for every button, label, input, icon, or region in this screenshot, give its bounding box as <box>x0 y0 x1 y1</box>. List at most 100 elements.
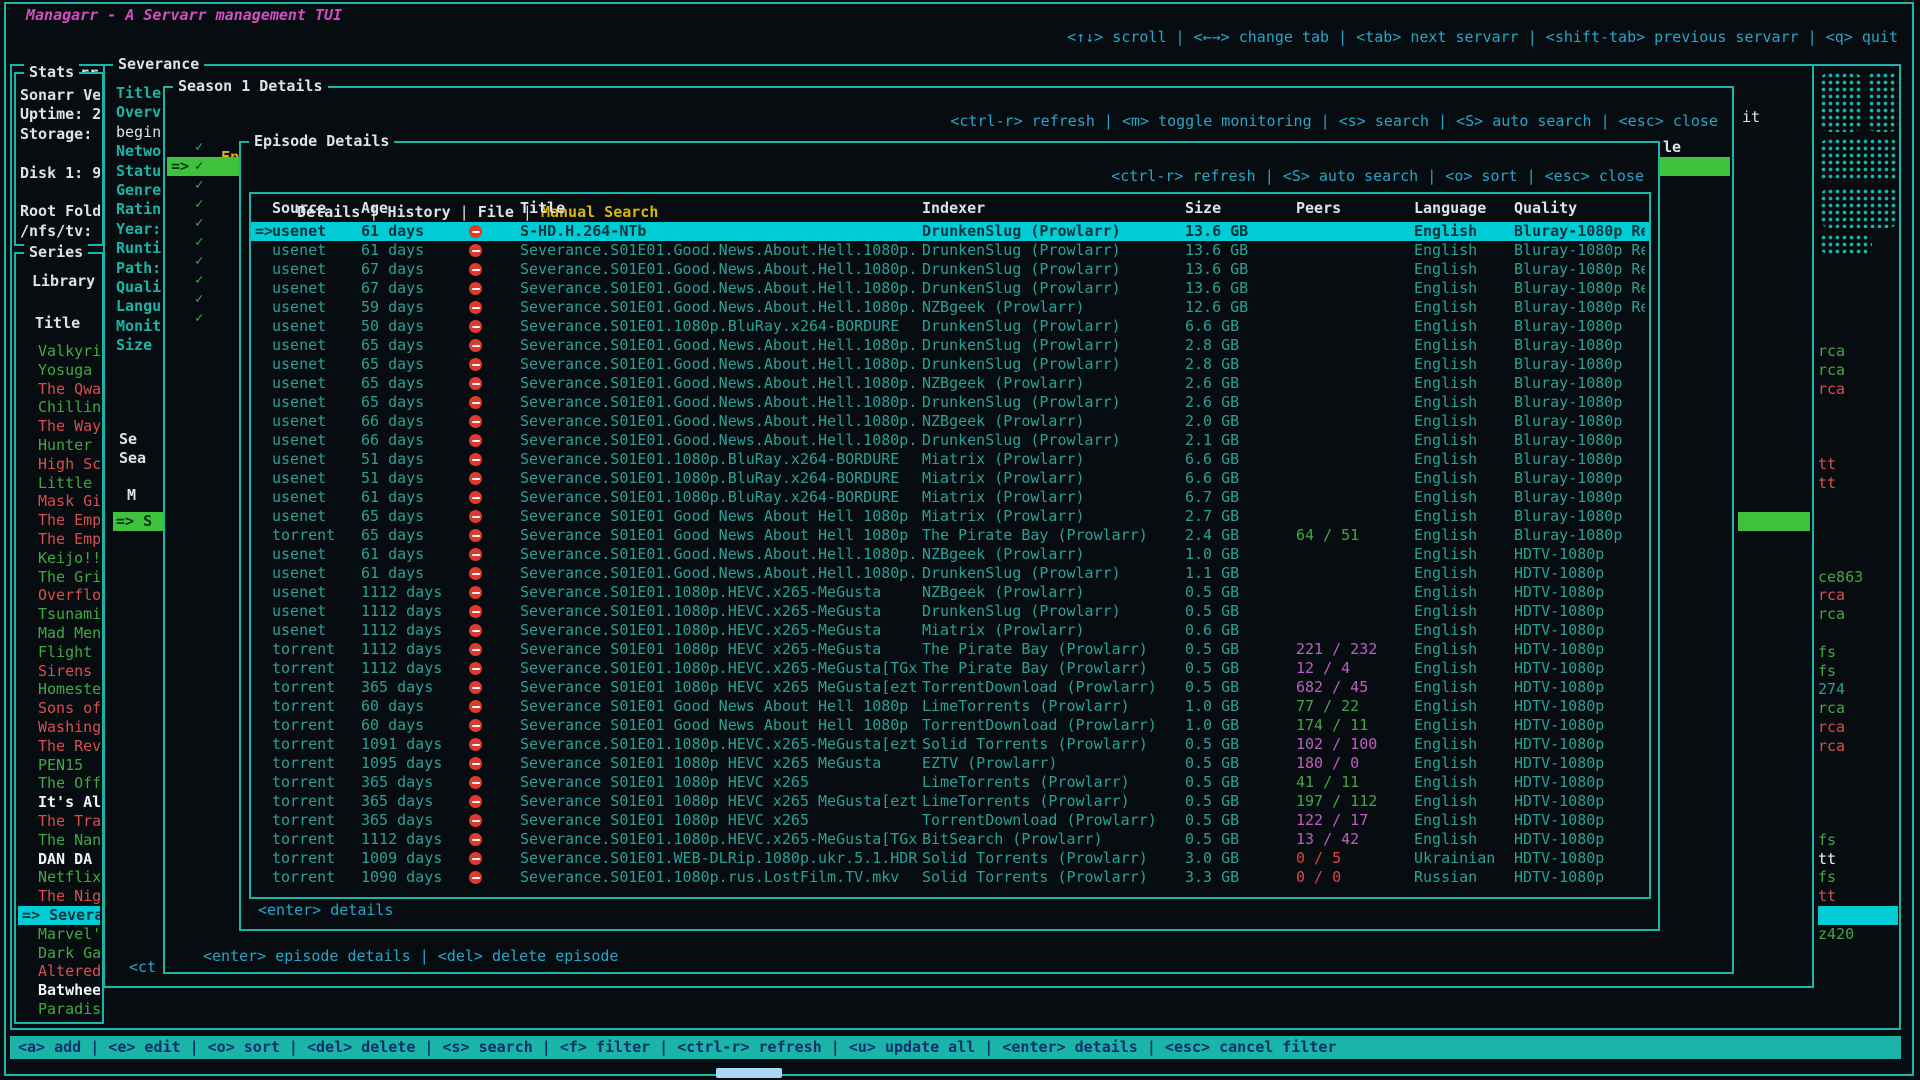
release-language: English <box>1414 564 1512 583</box>
release-age: 61 days <box>361 564 424 583</box>
series-list-item[interactable]: Mask Gi <box>18 492 100 511</box>
series-list-item[interactable]: Little <box>18 474 100 493</box>
release-row[interactable]: torrent 1112 days Severance S01E01 1080p… <box>251 640 1649 659</box>
series-list-item[interactable]: Altered <box>18 962 100 981</box>
release-row[interactable]: usenet 1112 days Severance.S01E01.1080p.… <box>251 602 1649 621</box>
column-header-peers[interactable]: Peers <box>1296 199 1410 218</box>
release-row[interactable]: usenet 61 days Severance.S01E01.Good.New… <box>251 564 1649 583</box>
series-list-item[interactable]: The Way <box>18 417 100 436</box>
series-list-item[interactable]: Tsunami <box>18 605 100 624</box>
monitored-icon: ✓ <box>195 195 203 214</box>
release-title: Severance.S01E01.Good.News.About.Hell.10… <box>520 336 918 355</box>
column-header-indexer[interactable]: Indexer <box>922 199 1181 218</box>
release-language: English <box>1414 507 1512 526</box>
series-list-item[interactable]: Batwhee <box>18 981 100 1000</box>
release-row[interactable]: torrent 1090 days Severance.S01E01.1080p… <box>251 868 1649 887</box>
series-list-item[interactable]: Flight <box>18 643 100 662</box>
release-row[interactable]: torrent 1009 days Severance.S01E01.WEB-D… <box>251 849 1649 868</box>
release-row[interactable]: torrent 365 days Severance S01E01 1080p … <box>251 773 1649 792</box>
release-indexer: DrunkenSlug (Prowlarr) <box>922 317 1181 336</box>
rejected-icon <box>469 431 482 450</box>
series-list-item[interactable]: Washing <box>18 718 100 737</box>
series-list-item[interactable]: The Nig <box>18 887 100 906</box>
selected-season-row[interactable]: => S <box>113 512 164 531</box>
series-list-item[interactable]: Mad Men <box>18 624 100 643</box>
release-row[interactable]: usenet 66 days Severance.S01E01.Good.New… <box>251 431 1649 450</box>
series-list-item[interactable]: The Nan <box>18 831 100 850</box>
release-row[interactable]: usenet 61 days Severance.S01E01.Good.New… <box>251 241 1649 260</box>
series-list-item[interactable]: The Emp <box>18 511 100 530</box>
series-list-item[interactable]: PEN15 <box>18 756 100 775</box>
column-header-language[interactable]: Language <box>1414 199 1512 218</box>
release-row[interactable]: usenet 1112 days Severance.S01E01.1080p.… <box>251 583 1649 602</box>
series-list-item[interactable]: Homeste <box>18 680 100 699</box>
release-quality: Bluray-1080p <box>1514 469 1645 488</box>
release-row[interactable]: usenet 65 days Severance.S01E01.Good.New… <box>251 393 1649 412</box>
release-row[interactable]: usenet 59 days Severance.S01E01.Good.New… <box>251 298 1649 317</box>
series-list-item[interactable]: Overflo <box>18 586 100 605</box>
release-title: Severance.S01E01.1080p.BluRay.x264-BORDU… <box>520 469 918 488</box>
release-row[interactable]: usenet 61 days Severance.S01E01.1080p.Bl… <box>251 488 1649 507</box>
tab-library[interactable]: Library | <box>32 272 113 290</box>
series-list-item[interactable]: Hunter <box>18 436 100 455</box>
series-list-item[interactable]: Valkyri <box>18 342 100 361</box>
series-list-item[interactable]: The Emp <box>18 530 100 549</box>
series-list-item[interactable]: Paradis <box>18 1000 100 1019</box>
column-header-age[interactable]: Age <box>361 199 388 218</box>
series-list-item[interactable]: It's Al <box>18 793 100 812</box>
series-list-item[interactable]: The Rev <box>18 737 100 756</box>
series-list-item[interactable]: The Qwa <box>18 380 100 399</box>
release-age: 66 days <box>361 412 424 431</box>
release-row[interactable]: usenet 65 days Severance.S01E01.Good.New… <box>251 355 1649 374</box>
release-row[interactable]: usenet 51 days Severance.S01E01.1080p.Bl… <box>251 450 1649 469</box>
series-details-keybind-fragment: <ct <box>129 958 156 976</box>
series-list-item[interactable]: Netflix <box>18 868 100 887</box>
release-indexer: DrunkenSlug (Prowlarr) <box>922 564 1181 583</box>
column-header-title[interactable]: Title <box>520 199 918 218</box>
series-list-item[interactable]: Sons of <box>18 699 100 718</box>
release-row[interactable]: => usenet 61 days S-HD.H.264-NTb Drunken… <box>251 222 1649 241</box>
tail-text: 274 <box>1818 680 1845 698</box>
release-row[interactable]: torrent 1095 days Severance S01E01 1080p… <box>251 754 1649 773</box>
series-list-item[interactable]: The Off <box>18 774 100 793</box>
release-row[interactable]: usenet 65 days Severance.S01E01.Good.New… <box>251 374 1649 393</box>
release-row[interactable]: torrent 1112 days Severance.S01E01.1080p… <box>251 830 1649 849</box>
release-row[interactable]: usenet 65 days Severance.S01E01.Good.New… <box>251 336 1649 355</box>
episode-details-modal: Episode Details Details | History | File… <box>239 141 1660 931</box>
release-row[interactable]: usenet 67 days Severance.S01E01.Good.New… <box>251 260 1649 279</box>
release-row[interactable]: usenet 65 days Severance S01E01 Good New… <box>251 507 1649 526</box>
release-row[interactable]: usenet 66 days Severance.S01E01.Good.New… <box>251 412 1649 431</box>
release-row[interactable]: torrent 365 days Severance S01E01 1080p … <box>251 678 1649 697</box>
release-row[interactable]: torrent 60 days Severance S01E01 Good Ne… <box>251 716 1649 735</box>
series-list-item[interactable]: Dark Ga <box>18 944 100 963</box>
release-row[interactable]: torrent 1112 days Severance.S01E01.1080p… <box>251 659 1649 678</box>
release-row[interactable]: usenet 61 days Severance.S01E01.Good.New… <box>251 545 1649 564</box>
manual-search-results-table: Source Age Title Indexer Size Peers Lang… <box>249 192 1651 899</box>
release-language: English <box>1414 640 1512 659</box>
series-list-item[interactable]: Chillin <box>18 398 100 417</box>
release-row[interactable]: usenet 67 days Severance.S01E01.Good.New… <box>251 279 1649 298</box>
release-row[interactable]: torrent 65 days Severance S01E01 Good Ne… <box>251 526 1649 545</box>
release-row[interactable]: usenet 1112 days Severance.S01E01.1080p.… <box>251 621 1649 640</box>
release-row[interactable]: usenet 51 days Severance.S01E01.1080p.Bl… <box>251 469 1649 488</box>
series-list-item[interactable]: Marvel' <box>18 925 100 944</box>
series-list-item[interactable]: The Tra <box>18 812 100 831</box>
release-row[interactable]: torrent 365 days Severance S01E01 1080p … <box>251 792 1649 811</box>
release-row[interactable]: torrent 1091 days Severance.S01E01.1080p… <box>251 735 1649 754</box>
release-row[interactable]: usenet 50 days Severance.S01E01.1080p.Bl… <box>251 317 1649 336</box>
series-list-item[interactable]: => Severan <box>18 906 100 925</box>
series-panel-title: Series <box>24 243 88 262</box>
release-row[interactable]: torrent 60 days Severance S01E01 Good Ne… <box>251 697 1649 716</box>
series-list-item[interactable]: High Sc <box>18 455 100 474</box>
series-list-item[interactable]: Yosuga <box>18 361 100 380</box>
series-list-item[interactable]: DAN DA <box>18 850 100 869</box>
library-row-tail <box>1818 962 1898 981</box>
release-row[interactable]: torrent 365 days Severance S01E01 1080p … <box>251 811 1649 830</box>
library-row-tail <box>1818 492 1898 511</box>
series-list-item[interactable]: Sirens <box>18 662 100 681</box>
column-header-size[interactable]: Size <box>1185 199 1291 218</box>
column-header-source[interactable]: Source <box>272 199 326 218</box>
series-list-item[interactable]: The Gri <box>18 568 100 587</box>
column-header-quality[interactable]: Quality <box>1514 199 1645 218</box>
series-list-item[interactable]: Keijo!! <box>18 549 100 568</box>
